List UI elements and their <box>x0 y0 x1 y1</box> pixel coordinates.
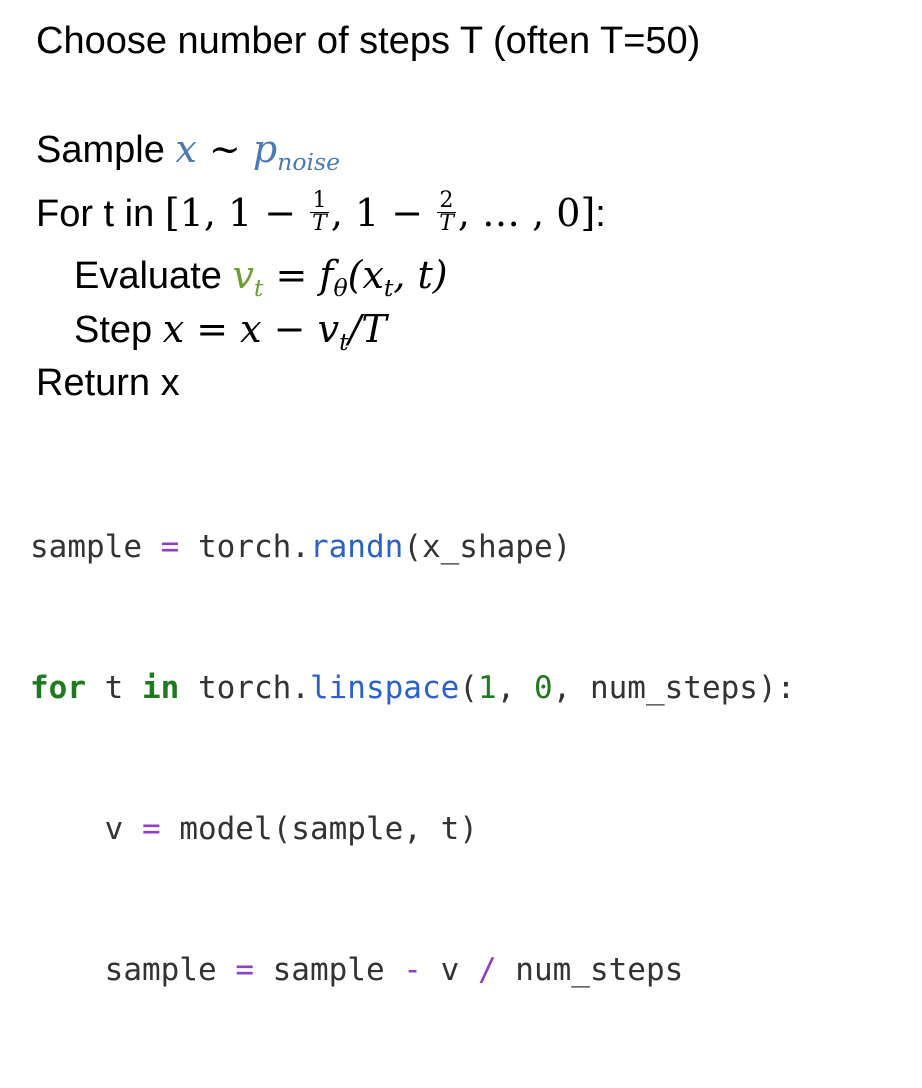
dist-symbol: p <box>252 127 278 171</box>
math-v-t: vt <box>232 253 263 299</box>
step-tail: /T <box>348 307 387 351</box>
slide: Choose number of steps T (often T=50) Sa… <box>0 0 922 988</box>
fraction-numerator: 2 <box>437 190 456 214</box>
code-token: , <box>496 670 534 706</box>
fraction-denominator: T <box>312 211 327 237</box>
args-open: (x <box>347 253 384 297</box>
heading-text: Choose number of steps T (often T=50) <box>36 20 701 62</box>
args-close: , t) <box>393 253 448 297</box>
sample-label: Sample <box>36 129 176 171</box>
step-line: Step x = x − vt/T <box>74 306 387 353</box>
fraction-two-over-t: 2T <box>437 190 456 235</box>
code-token: for <box>30 670 86 706</box>
slide-heading: Choose number of steps T (often T=50) <box>36 18 700 64</box>
return-line: Return x <box>36 360 180 406</box>
math-var-x: x <box>175 127 197 171</box>
code-token: 0 <box>533 670 553 706</box>
code-token: linspace <box>309 670 460 706</box>
f-symbol: = f <box>263 253 334 297</box>
for-label: For t in <box>36 193 165 235</box>
code-token: , num_steps): <box>552 670 796 706</box>
code-token: torch. <box>179 529 310 565</box>
code-token: ( <box>459 670 478 706</box>
math-step-expr: x = x − vt/T <box>162 307 387 353</box>
x-subscript: t <box>383 273 394 302</box>
interval-mid: , 1 − <box>330 191 436 235</box>
code-line: v = model(sample, t) <box>30 806 795 853</box>
interval-open: [1, 1 − <box>164 191 309 235</box>
code-token: / <box>477 952 497 988</box>
code-token: sample <box>30 529 161 565</box>
code-line: sample = sample - v / num_steps <box>30 947 795 994</box>
math-f-theta: = fθ(xt, t) <box>263 253 448 299</box>
tilde-symbol: ~ <box>196 127 253 171</box>
return-text: Return x <box>36 362 180 404</box>
code-token: model(sample, t) <box>160 811 478 847</box>
code-token: (x_shape) <box>403 529 572 565</box>
code-block: sample = torch.randn(x_shape) for t in t… <box>30 430 795 1088</box>
code-token: v <box>30 811 142 847</box>
fraction-denominator: T <box>439 211 454 237</box>
for-line: For t in [1, 1 − 1T, 1 − 2T, … , 0]: <box>36 190 606 238</box>
fraction-one-over-t: 1T <box>310 190 329 235</box>
step-label: Step <box>74 309 163 351</box>
code-token: 1 <box>477 670 497 706</box>
code-token: = <box>141 811 161 847</box>
code-token: = <box>160 529 180 565</box>
code-token: randn <box>309 529 404 565</box>
interval-tail: , … , 0] <box>457 191 596 235</box>
for-colon: : <box>595 193 606 235</box>
code-token: torch. <box>179 670 310 706</box>
v-symbol: v <box>232 253 254 297</box>
dist-subscript: noise <box>277 147 341 176</box>
code-token: sample <box>253 952 404 988</box>
math-p-noise: pnoise <box>252 127 340 173</box>
code-token: = <box>235 952 254 988</box>
code-token: sample <box>30 952 236 988</box>
code-token: in <box>142 670 180 706</box>
fraction-numerator: 1 <box>310 190 329 214</box>
code-token: v <box>421 952 478 988</box>
code-token: t <box>86 670 142 706</box>
code-token: - <box>403 952 422 988</box>
code-line: for t in torch.linspace(1, 0, num_steps)… <box>30 665 795 712</box>
evaluate-label: Evaluate <box>74 255 233 297</box>
evaluate-line: Evaluate vt = fθ(xt, t) <box>74 252 448 299</box>
v-subscript: t <box>253 273 264 302</box>
step-v-subscript: t <box>339 327 349 356</box>
sample-line: Sample x ~ pnoise <box>36 126 340 173</box>
code-line: sample = torch.randn(x_shape) <box>30 524 795 571</box>
code-token: num_steps <box>496 952 684 988</box>
f-subscript: θ <box>333 273 348 302</box>
step-expr: x = x − v <box>162 307 340 351</box>
